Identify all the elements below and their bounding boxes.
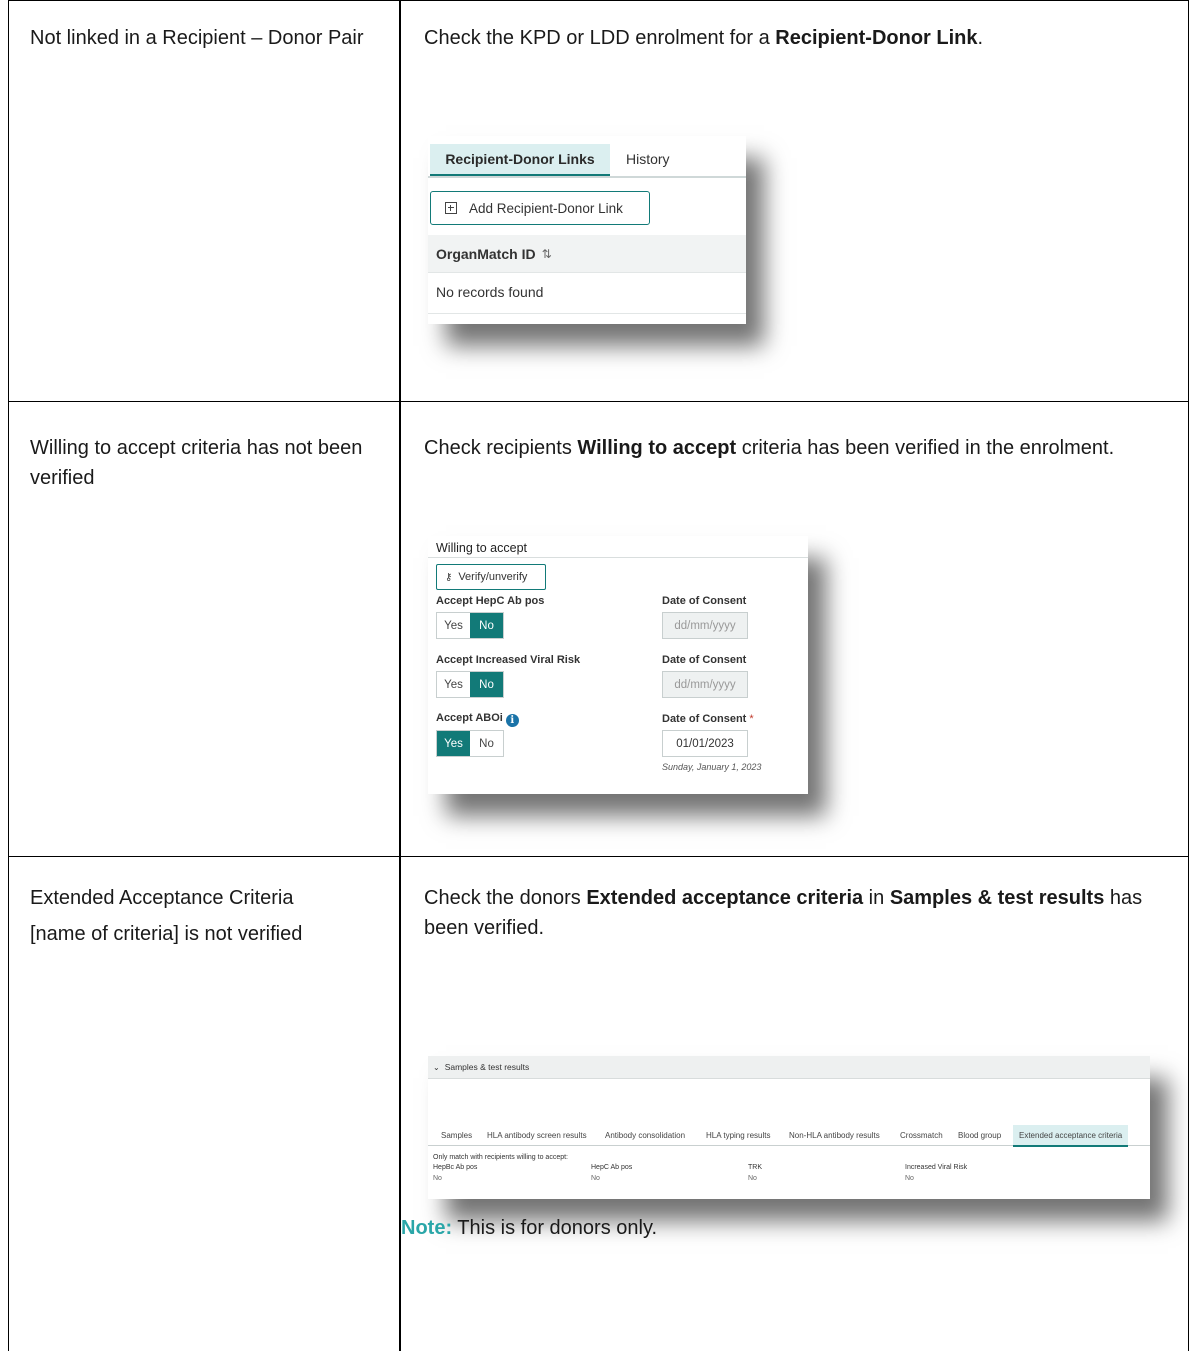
row3-action-mid: in: [863, 887, 890, 909]
row1-action-end: .: [977, 27, 984, 49]
tab-hla-antibody-screen-results[interactable]: HLA antibody screen results: [487, 1125, 587, 1145]
add-recipient-donor-link-button[interactable]: Add Recipient-Donor Link: [430, 191, 650, 225]
date-label-hepc: Date of Consent: [662, 595, 747, 607]
toggle-no-selected[interactable]: No: [470, 613, 503, 638]
date-of-consent-input-hepc[interactable]: dd/mm/yyyy: [662, 612, 748, 639]
chevron-down-icon[interactable]: ⌄: [433, 1063, 440, 1072]
row3-action-text: Check the donors: [424, 887, 587, 909]
section-title-underline: [428, 557, 808, 558]
sort-icon[interactable]: ⇅: [542, 247, 552, 261]
row2-action: Check recipients Willing to accept crite…: [424, 433, 1164, 463]
row2-action-bold: Willing to accept: [577, 437, 737, 459]
row3-action: Check the donors Extended acceptance cri…: [424, 883, 1164, 943]
toggle-yes-selected[interactable]: Yes: [437, 731, 470, 756]
toggle-no-selected[interactable]: No: [470, 672, 503, 697]
aboi-label-text: Accept ABOi: [436, 712, 503, 724]
tab-recipient-donor-links[interactable]: Recipient-Donor Links: [430, 144, 610, 176]
row2-action-text: Check recipients: [424, 437, 578, 459]
donor-note: Note: This is for donors only.: [401, 1217, 657, 1240]
row3-action-bold1: Extended acceptance criteria: [586, 887, 864, 909]
date-of-consent-input-viral-risk[interactable]: dd/mm/yyyy: [662, 671, 748, 698]
willing-to-accept-screenshot: Willing to accept ⚷ Verify/unverify Acce…: [428, 536, 808, 794]
key-icon: ⚷: [445, 571, 453, 583]
column-header-label: OrganMatch ID: [436, 245, 536, 262]
date-label-text: Date of Consent: [662, 713, 747, 725]
row2-issue: Willing to accept criteria has not been …: [30, 437, 363, 489]
row-divider-2: [8, 856, 1189, 857]
section-title: Willing to accept: [436, 541, 528, 555]
date-of-consent-input-aboi[interactable]: 01/01/2023: [662, 730, 748, 757]
date-helper-text: Sunday, January 1, 2023: [662, 762, 762, 772]
tab-bar: Recipient-Donor Links History: [428, 136, 746, 178]
row3-issue-line2: [name of criteria] is not verified: [30, 923, 303, 945]
samples-tab-bar: Samples HLA antibody screen results Anti…: [428, 1125, 1150, 1147]
date-label-viral-risk: Date of Consent: [662, 654, 747, 666]
row2-action-end: criteria has been verified in the enrolm…: [736, 437, 1115, 459]
recipient-donor-links-screenshot: Recipient-Donor Links History Add Recipi…: [428, 136, 746, 324]
yes-no-toggle-hepc[interactable]: Yes No: [436, 612, 504, 639]
row1-action: Check the KPD or LDD enrolment for a Rec…: [424, 23, 1164, 53]
samples-test-results-screenshot: ⌄ Samples & test results Samples HLA ant…: [428, 1056, 1150, 1199]
criteria-label: Increased Viral Risk: [905, 1164, 968, 1171]
yes-no-toggle-viral-risk[interactable]: Yes No: [436, 671, 504, 698]
criteria-value: No: [591, 1175, 600, 1182]
yes-no-toggle-aboi[interactable]: Yes No: [436, 730, 504, 757]
table-border-top: [8, 0, 1189, 1]
toggle-yes[interactable]: Yes: [437, 613, 470, 638]
section-title: Samples & test results: [444, 1062, 530, 1072]
note-label: Note:: [401, 1217, 453, 1239]
field-label-hepc: Accept HepC Ab pos: [436, 595, 545, 607]
row1-action-text: Check the KPD or LDD enrolment for a: [424, 27, 776, 49]
required-asterisk: *: [749, 713, 754, 725]
row3-action-bold2: Samples & test results: [889, 887, 1105, 909]
criteria-label: HepBc Ab pos: [433, 1164, 478, 1171]
column-header-organmatch-id[interactable]: OrganMatch ID ⇅: [428, 235, 746, 273]
tab-antibody-consolidation[interactable]: Antibody consolidation: [605, 1125, 685, 1145]
criteria-value: No: [433, 1175, 442, 1182]
field-label-viral-risk: Accept Increased Viral Risk: [436, 654, 581, 666]
table-column-divider: [399, 0, 401, 1351]
toggle-no[interactable]: No: [470, 731, 503, 756]
toggle-yes[interactable]: Yes: [437, 672, 470, 697]
criteria-value: No: [905, 1175, 914, 1182]
row1-issue: Not linked in a Recipient – Donor Pair: [30, 27, 364, 49]
tab-hla-typing-results[interactable]: HLA typing results: [706, 1125, 770, 1145]
samples-section-header[interactable]: ⌄ Samples & test results: [428, 1056, 1150, 1079]
row1-action-bold: Recipient-Donor Link: [775, 27, 978, 49]
tab-crossmatch[interactable]: Crossmatch: [900, 1125, 943, 1145]
add-button-label: Add Recipient-Donor Link: [469, 200, 623, 216]
field-label-aboi: Accept ABOi i: [436, 712, 519, 727]
verify-button-label: Verify/unverify: [458, 571, 528, 583]
tab-history[interactable]: History: [626, 144, 670, 174]
info-icon[interactable]: i: [505, 714, 519, 727]
plus-square-icon: [445, 202, 457, 214]
criteria-intro: Only match with recipients willing to ac…: [433, 1154, 568, 1161]
row3-issue: Extended Acceptance Criteria [name of cr…: [30, 883, 390, 949]
criteria-label: HepC Ab pos: [591, 1164, 633, 1171]
tab-samples[interactable]: Samples: [441, 1125, 472, 1145]
empty-state-text: No records found: [436, 284, 544, 300]
tab-extended-acceptance-criteria[interactable]: Extended acceptance criteria: [1013, 1125, 1129, 1147]
row3-issue-line1: Extended Acceptance Criteria: [30, 887, 294, 909]
row-separator: [428, 313, 746, 314]
criteria-value: No: [748, 1175, 757, 1182]
row-divider-1: [8, 401, 1189, 402]
table-border-left: [8, 0, 9, 1351]
date-label-aboi: Date of Consent *: [662, 713, 754, 725]
tab-non-hla-antibody-results[interactable]: Non-HLA antibody results: [789, 1125, 880, 1145]
verify-unverify-button[interactable]: ⚷ Verify/unverify: [436, 564, 546, 590]
criteria-label: TRK: [748, 1164, 762, 1171]
note-text: This is for donors only.: [452, 1217, 658, 1239]
tab-blood-group[interactable]: Blood group: [958, 1125, 1001, 1145]
